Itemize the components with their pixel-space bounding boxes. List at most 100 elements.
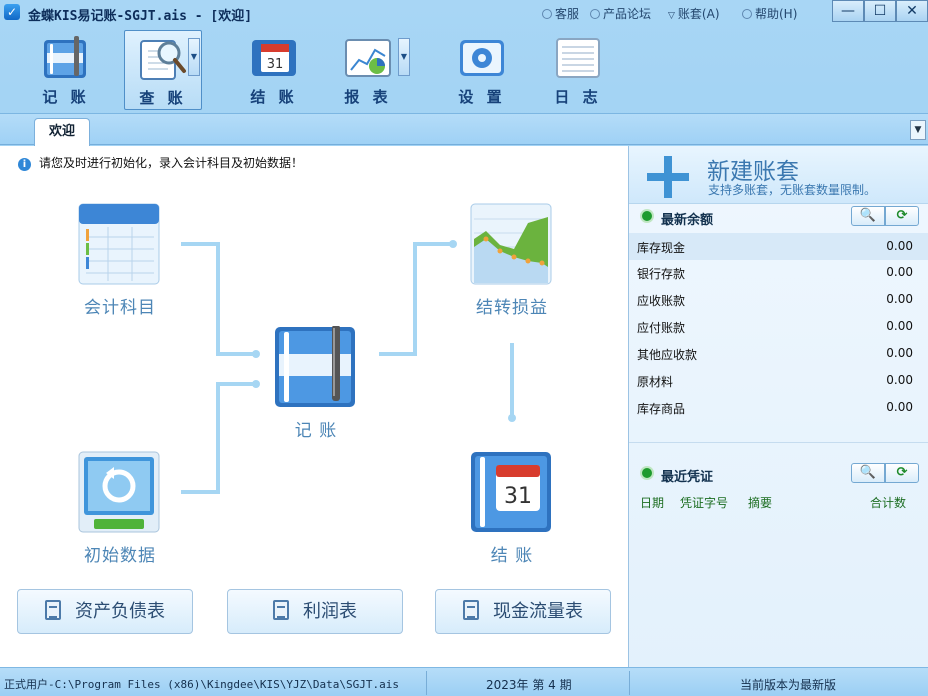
flow-connector-dot [252, 380, 260, 388]
flow-connector [181, 490, 219, 494]
flow-connector [216, 382, 220, 494]
svg-text:31: 31 [504, 484, 532, 509]
flow-connector [510, 343, 514, 415]
balance-row[interactable]: 库存商品 0.00 [629, 394, 928, 421]
new-account-book-button[interactable]: 新建账套 支持多账套，无账套数量限制。 [629, 146, 928, 204]
account-name: 库存现金 [637, 241, 686, 255]
account-name: 原材料 [637, 375, 674, 389]
balance-row[interactable]: 其他应收款 0.00 [629, 340, 928, 367]
toolbar-reports[interactable]: 报 表 [328, 30, 408, 110]
balances-search-button[interactable]: 🔍 [851, 206, 885, 226]
flow-label: 结 账 [490, 546, 534, 566]
balances-header: 最新余额 🔍 ⟳ [629, 204, 928, 230]
flow-connector [181, 242, 219, 246]
account-name: 库存商品 [637, 402, 686, 416]
tab-welcome[interactable]: 欢迎 [34, 118, 90, 146]
init-notice: i 请您及时进行初始化，录入会计科目及初始数据！ [18, 154, 303, 171]
toolbar-settings[interactable]: 设 置 [442, 30, 522, 110]
flow-connector [379, 352, 417, 356]
title-bar: ✓ 金蝶KIS易记账-SGJT.ais - [欢迎] 客服 产品论坛 ▽ 账套(A… [0, 0, 928, 26]
gear-icon [460, 40, 504, 76]
account-name: 应收账款 [637, 294, 686, 308]
income-statement-button[interactable]: 利润表 [227, 589, 403, 634]
status-separator [629, 671, 630, 695]
help-icon [742, 9, 752, 19]
svg-text:31: 31 [267, 57, 284, 72]
users-icon [590, 9, 600, 19]
notice-text: 请您及时进行初始化，录入会计科目及初始数据！ [39, 156, 304, 170]
report-doc-icon [45, 600, 61, 620]
column-header-date[interactable]: 日期 [640, 494, 664, 511]
right-sidebar: 新建账套 支持多账套，无账套数量限制。 最新余额 🔍 ⟳ 库存现金 0.00 银行… [629, 146, 928, 667]
status-path: 正式用户-C:\Program Files (x86)\Kingdee\KIS\… [4, 678, 399, 691]
toolbar-label: 查 账 [139, 89, 187, 107]
status-separator [426, 671, 427, 695]
ledger-pen-icon [275, 326, 355, 407]
section-title: 最近凭证 [661, 470, 714, 485]
new-book-subtitle: 支持多账套，无账套数量限制。 [708, 183, 877, 197]
account-name: 应付账款 [637, 321, 686, 335]
info-icon: i [18, 158, 31, 171]
plus-icon [647, 156, 689, 198]
flow-connector [216, 382, 254, 386]
ledger-pen-icon [44, 36, 86, 78]
column-header-voucher-no[interactable]: 凭证字号 [680, 494, 728, 511]
column-header-summary[interactable]: 摘要 [748, 494, 772, 511]
button-label: 资产负债表 [75, 601, 165, 622]
toolbar-log[interactable]: 日 志 [538, 30, 618, 110]
vouchers-refresh-button[interactable]: ⟳ [885, 463, 919, 483]
flow-label: 初始数据 [84, 546, 156, 566]
section-divider [629, 442, 928, 443]
flow-connector-dot [252, 350, 260, 358]
balance-row[interactable]: 应收账款 0.00 [629, 286, 928, 313]
minimize-button[interactable]: — [832, 0, 864, 22]
button-label: 利润表 [303, 601, 357, 622]
query-dropdown-toggle[interactable]: ▼ [188, 38, 200, 76]
vouchers-search-button[interactable]: 🔍 [851, 463, 885, 483]
cashflow-statement-button[interactable]: 现金流量表 [435, 589, 611, 634]
flow-connector [413, 242, 417, 356]
toolbar-label: 结 账 [250, 88, 298, 106]
toolbar-label: 报 表 [344, 88, 392, 106]
maximize-button[interactable]: ☐ [864, 0, 896, 22]
toolbar-bookkeeping[interactable]: 记 账 [26, 30, 106, 110]
balance-sheet-button[interactable]: 资产负债表 [17, 589, 193, 634]
status-version: 当前版本为最新版 [740, 678, 837, 692]
status-bar: 正式用户-C:\Program Files (x86)\Kingdee\KIS\… [0, 667, 928, 696]
account-name: 银行存款 [637, 267, 686, 281]
flow-label: 会计科目 [84, 298, 156, 318]
reports-dropdown-toggle[interactable]: ▼ [398, 38, 410, 76]
flow-connector-dot [508, 414, 516, 422]
flow-label: 记 账 [294, 421, 338, 441]
balances-refresh-button[interactable]: ⟳ [885, 206, 919, 226]
flow-connector [413, 242, 451, 246]
toolbar-label: 设 置 [458, 88, 506, 106]
toolbar-label: 记 账 [42, 88, 90, 106]
account-table-icon [78, 203, 160, 285]
balance-row[interactable]: 应付账款 0.00 [629, 313, 928, 340]
flow-connector-dot [449, 240, 457, 248]
flow-connector [216, 242, 220, 356]
window-title: 金蝶KIS易记账-SGJT.ais - [欢迎] [28, 9, 253, 24]
button-label: 现金流量表 [493, 601, 583, 622]
calendar-icon: 31 [252, 40, 296, 76]
app-window: ✓ 金蝶KIS易记账-SGJT.ais - [欢迎] 客服 产品论坛 ▽ 账套(A… [0, 0, 928, 696]
balance-row[interactable]: 原材料 0.00 [629, 367, 928, 394]
tab-bar: 欢迎 ▼ [0, 113, 928, 146]
headset-icon [542, 9, 552, 19]
account-balance: 0.00 [886, 239, 913, 253]
toolbar-label: 日 志 [554, 88, 602, 106]
account-balance: 0.00 [886, 373, 913, 387]
balance-row[interactable]: 银行存款 0.00 [629, 259, 928, 286]
flow-connector [216, 352, 254, 356]
balance-row[interactable]: 库存现金 0.00 [629, 233, 928, 260]
search-ledger-icon [140, 40, 186, 80]
close-button[interactable]: ✕ [896, 0, 928, 22]
account-balance: 0.00 [886, 292, 913, 306]
tab-list-dropdown[interactable]: ▼ [910, 120, 926, 140]
column-header-total[interactable]: 合计数 [870, 494, 906, 511]
account-balance: 0.00 [886, 400, 913, 414]
section-bullet-icon [640, 466, 654, 480]
toolbar-closing[interactable]: 31 结 账 [234, 30, 314, 110]
app-logo-icon: ✓ [4, 4, 20, 20]
